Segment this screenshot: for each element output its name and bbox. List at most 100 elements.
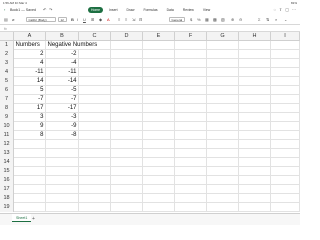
font-size-select[interactable]: 12 — [58, 17, 67, 22]
cell-i10[interactable] — [271, 122, 300, 131]
tab-draw[interactable]: Draw — [124, 7, 138, 13]
cell-f14[interactable] — [175, 158, 207, 167]
cell-a1[interactable]: Numbers — [14, 41, 46, 50]
cell-h11[interactable] — [239, 131, 271, 140]
cell-b2[interactable]: -2 — [46, 50, 79, 59]
cell-i14[interactable] — [271, 158, 300, 167]
cell-g15[interactable] — [207, 167, 239, 176]
formula-bar[interactable]: fx — [0, 25, 300, 32]
cell-e2[interactable] — [143, 50, 175, 59]
cell-c12[interactable] — [79, 140, 111, 149]
column-header-b[interactable]: B — [46, 32, 79, 41]
cell-c17[interactable] — [79, 185, 111, 194]
autosum-icon[interactable]: Σ — [258, 17, 260, 22]
cell-b17[interactable] — [46, 185, 79, 194]
cell-c1[interactable] — [79, 41, 111, 50]
row-header[interactable]: 16 — [0, 176, 14, 185]
cell-b16[interactable] — [46, 176, 79, 185]
cell-b10[interactable]: -9 — [46, 122, 79, 131]
cell-f2[interactable] — [175, 50, 207, 59]
format-painter-icon[interactable]: ⌀ — [12, 17, 14, 22]
cell-i13[interactable] — [271, 149, 300, 158]
cell-e9[interactable] — [143, 113, 175, 122]
cell-c10[interactable] — [79, 122, 111, 131]
cell-a8[interactable]: 17 — [14, 104, 46, 113]
cell-i6[interactable] — [271, 86, 300, 95]
column-header-a[interactable]: A — [14, 32, 46, 41]
clipboard-icon[interactable]: ▤ — [4, 17, 8, 22]
wrap-text-icon[interactable]: ⇲ — [132, 17, 135, 22]
undo-icon[interactable]: ↶ — [43, 7, 46, 12]
cell-c4[interactable] — [79, 68, 111, 77]
cell-g19[interactable] — [207, 203, 239, 212]
cell-d8[interactable] — [111, 104, 143, 113]
cell-e3[interactable] — [143, 59, 175, 68]
cell-c6[interactable] — [79, 86, 111, 95]
cell-g18[interactable] — [207, 194, 239, 203]
cell-g5[interactable] — [207, 77, 239, 86]
cell-g7[interactable] — [207, 95, 239, 104]
cell-h12[interactable] — [239, 140, 271, 149]
cell-h15[interactable] — [239, 167, 271, 176]
cell-g2[interactable] — [207, 50, 239, 59]
cell-f4[interactable] — [175, 68, 207, 77]
cell-a15[interactable] — [14, 167, 46, 176]
cell-b13[interactable] — [46, 149, 79, 158]
cell-h13[interactable] — [239, 149, 271, 158]
cell-h9[interactable] — [239, 113, 271, 122]
spreadsheet-grid[interactable]: ABCDEFGHI 1 Numbers Negative Numbers 2 2 -2 3 4… — [0, 32, 300, 213]
column-header-e[interactable]: E — [143, 32, 175, 41]
cell-b9[interactable]: -3 — [46, 113, 79, 122]
cell-i1[interactable] — [271, 41, 300, 50]
column-header-c[interactable]: C — [79, 32, 111, 41]
cell-e12[interactable] — [143, 140, 175, 149]
row-header[interactable]: 10 — [0, 122, 14, 131]
cell-c16[interactable] — [79, 176, 111, 185]
sheet-tab[interactable]: Sheet1 — [12, 214, 32, 222]
tab-insert[interactable]: Insert — [106, 7, 120, 13]
cell-c9[interactable] — [79, 113, 111, 122]
cell-i16[interactable] — [271, 176, 300, 185]
cell-e1[interactable] — [143, 41, 175, 50]
add-sheet-button[interactable]: + — [32, 216, 35, 222]
align-left-icon[interactable]: ≡ — [118, 17, 120, 22]
cell-i2[interactable] — [271, 50, 300, 59]
cell-g6[interactable] — [207, 86, 239, 95]
cell-i3[interactable] — [271, 59, 300, 68]
column-header-g[interactable]: G — [207, 32, 239, 41]
cell-c5[interactable] — [79, 77, 111, 86]
cell-g11[interactable] — [207, 131, 239, 140]
cell-a5[interactable]: 14 — [14, 77, 46, 86]
row-header[interactable]: 3 — [0, 59, 14, 68]
tab-view[interactable]: View — [200, 7, 213, 13]
cell-d17[interactable] — [111, 185, 143, 194]
cell-h18[interactable] — [239, 194, 271, 203]
comment-icon[interactable]: ▢ — [285, 7, 289, 12]
cell-f15[interactable] — [175, 167, 207, 176]
cell-b5[interactable]: -14 — [46, 77, 79, 86]
back-icon[interactable]: ‹ — [4, 7, 5, 12]
cell-b18[interactable] — [46, 194, 79, 203]
cell-e19[interactable] — [143, 203, 175, 212]
table-format-icon[interactable]: ▩ — [213, 17, 217, 22]
row-header[interactable]: 5 — [0, 77, 14, 86]
row-header[interactable]: 19 — [0, 203, 14, 212]
tab-formulas[interactable]: Formulas — [140, 7, 160, 13]
cell-h8[interactable] — [239, 104, 271, 113]
row-header[interactable]: 14 — [0, 158, 14, 167]
share-icon[interactable]: ⇪ — [279, 7, 282, 12]
redo-icon[interactable]: ↷ — [49, 7, 52, 12]
cell-i4[interactable] — [271, 68, 300, 77]
row-header[interactable]: 13 — [0, 149, 14, 158]
cell-i19[interactable] — [271, 203, 300, 212]
cell-e15[interactable] — [143, 167, 175, 176]
cell-e7[interactable] — [143, 95, 175, 104]
align-center-icon[interactable]: ≡ — [125, 17, 127, 22]
cell-f19[interactable] — [175, 203, 207, 212]
cell-a17[interactable] — [14, 185, 46, 194]
conditional-format-icon[interactable]: ▦ — [205, 17, 209, 22]
cell-g1[interactable] — [207, 41, 239, 50]
cell-a4[interactable]: -11 — [14, 68, 46, 77]
row-header[interactable]: 17 — [0, 185, 14, 194]
cell-b3[interactable]: -4 — [46, 59, 79, 68]
